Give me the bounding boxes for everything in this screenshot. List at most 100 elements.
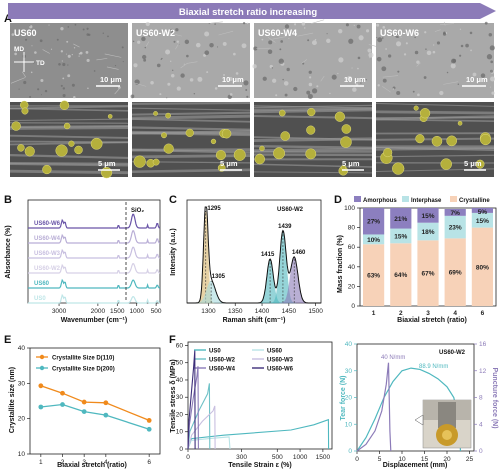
y-tick-label-left: 10 [345,421,353,428]
bar-value-label: 23% [449,225,462,232]
scale-text: 5 μm [220,159,238,168]
sem-image-top: US60-W4 10 μm [252,19,385,99]
y-tick-label: 40 [176,377,184,384]
axis-td: TD [36,60,45,67]
sio2-particle [24,146,35,157]
sio2-particle [100,167,113,179]
bar-value-label: 63% [367,273,380,280]
bar-value-label: 18% [421,229,434,236]
legend-label: Interphase [411,198,442,204]
x-tick-label: 1000 [129,308,144,315]
y-tick-label: 10 [18,451,26,458]
trace-label: US60-W6 [34,221,61,227]
scale-text: 5 μm [464,159,482,168]
panel-g: Tear force (N) Puncture force (N) Displa… [335,332,500,471]
panel-e-label: E [4,334,11,346]
scale-text: 10 μm [344,75,366,84]
sio2-particle [479,133,492,146]
sem-image-top: US60-W2 10 μm [130,21,250,100]
data-point [60,402,65,407]
y-tick-label-left: 0 [348,448,352,455]
bar-value-label: 21% [394,216,407,223]
bar-value-label: 69% [449,270,462,277]
x-tick-label: 1500 [308,308,323,315]
scale-text: 10 μm [222,75,244,84]
sio2-label: SiO₂ [131,208,144,214]
sio2-particle [55,144,68,157]
panel-d-label: D [334,194,342,206]
sio2-particle [383,147,393,158]
banner-title: Biaxial stretch ratio increasing [179,7,318,18]
y-tick-label: 100 [344,205,355,212]
stress-strain-curve [187,418,330,450]
panel-e: E Crystallite size (nm) Biaxial stretch … [0,332,165,471]
ftir-trace [28,293,161,304]
peak-label: 1305 [212,274,226,280]
sio2-particle [63,122,71,130]
panel-f: F Tensile stress δ (MPa) Tensile Strain … [165,332,335,471]
puncture-force-curve [356,362,392,452]
legend-label: Crystallite Size D(110) [52,356,114,362]
sio2-particle [42,164,52,175]
sio2-particle [74,145,83,155]
data-point [146,426,152,432]
sio2-particle [334,111,345,122]
y-tick-label-right: 16 [479,341,487,348]
data-point [103,412,109,418]
data-point [38,404,44,410]
sio2-particle [165,112,171,119]
x-tick-label: 2 [399,310,403,317]
legend-swatch [402,196,409,202]
annot-88: 88.9 N/mm [419,364,448,370]
bar-value-label: 64% [394,272,407,279]
x-tick-label: 1300 [201,308,216,315]
panel-g-title: US60-W2 [439,350,466,356]
annot-40: 40 N/mm [381,355,405,361]
data-point [81,399,87,405]
sio2-particle [133,155,146,168]
y-tick-label: 0 [351,303,355,310]
y-tick-label: 80 [348,225,356,232]
sio2-particle [152,158,160,166]
panel-c-xlabel: Raman shift (cm⁻¹) [223,317,286,324]
y-tick-label: 60 [348,244,356,251]
sio2-particle [161,132,167,139]
y-tick-label: 40 [348,264,356,271]
y-tick-label-left: 30 [345,368,353,375]
x-tick-label: 2 [61,459,65,466]
legend-label: Amorphous [363,198,397,204]
sio2-particle [440,158,452,170]
sem-label: US60-W2 [136,28,175,38]
bar-value-label: 7% [450,210,460,217]
y-tick-label-right: 8 [479,395,483,402]
x-tick-label: 4 [104,459,108,466]
panel-b-label: B [4,194,12,206]
legend-label: US60-W3 [267,358,294,364]
sio2-particle [273,147,286,160]
x-tick-label: 1450 [282,308,297,315]
x-tick-label: 6 [481,310,485,317]
panel-b-ylabel: Absorbance (%) [5,225,12,278]
sem-label: US60-W6 [380,28,419,38]
x-tick-label: 3 [82,459,86,466]
legend-swatch [450,196,457,202]
legend-label: US60 [267,349,283,355]
panel-e-frame [29,347,161,455]
x-tick-label: 300 [236,454,247,461]
sem-image-bottom: 5 μm [375,102,495,177]
peak-label: 1415 [261,252,275,258]
inset-photo [414,399,472,449]
bar-value-label: 10% [367,237,380,244]
panel-b-xlabel: Wavenumber (cm⁻¹) [61,317,127,324]
sio2-particle [259,145,265,152]
sio2-particle [163,143,174,154]
panel-g-xlabel: Displacement (mm) [383,462,448,469]
sem-label: US60 [14,28,37,38]
legend-label: US0 [209,349,221,355]
panel-c: C Intensity (a.u.) Raman shift (cm⁻¹) US… [165,192,330,327]
sem-image-top: US60-W6 10 μm [376,21,496,98]
panel-a: A Biaxial stretch ratio increasing US60 1… [0,0,500,192]
y-tick-label-left: 20 [345,395,353,402]
bar-value-label: 5% [478,209,488,216]
scale-text: 10 μm [466,75,488,84]
